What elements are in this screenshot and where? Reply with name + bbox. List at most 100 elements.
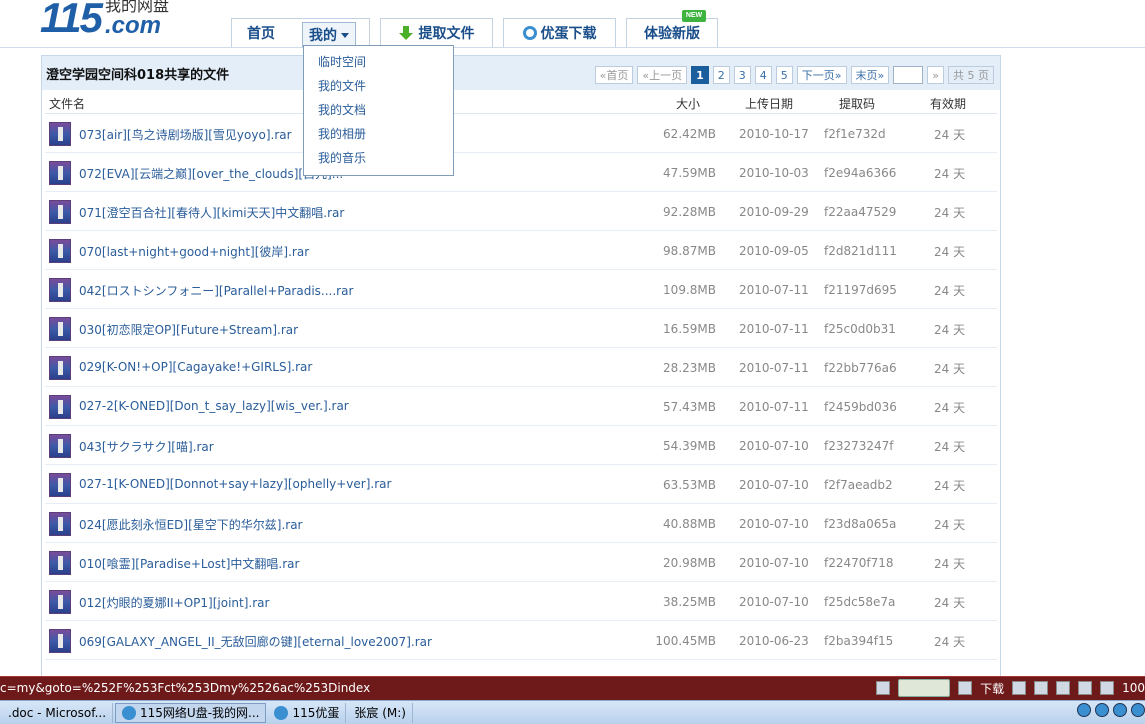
pager-last[interactable]: 末页»	[850, 66, 890, 84]
nav-group-home-mine: 首页 我的	[231, 18, 370, 48]
file-upload-date: 2010-10-03	[739, 166, 809, 180]
nav-extract-files[interactable]: 提取文件	[380, 18, 493, 47]
folder-icon[interactable]	[1012, 681, 1027, 695]
file-name-link[interactable]: 010[喰霊][Paradise+Lost]中文翻唱.rar	[79, 555, 299, 572]
file-size: 57.43MB	[663, 400, 716, 414]
file-name-link[interactable]: 027-1[K-ONED][Donnot+say+lazy][ophelly+v…	[79, 477, 391, 491]
rar-file-icon	[49, 512, 71, 536]
pagination: «首页 «上一页 1 2 3 4 5 下一页» 末页» » 共 5 页	[594, 66, 994, 84]
security-icon[interactable]	[876, 681, 891, 695]
file-extract-code: f2d821d111	[824, 244, 897, 258]
file-extract-code: f23d8a065a	[824, 517, 897, 531]
status-download[interactable]: 下载	[980, 680, 1004, 697]
dropdown-item[interactable]: 我的文件	[304, 76, 453, 100]
pager-page-3[interactable]: 3	[733, 66, 751, 84]
file-name-link[interactable]: 027-2[K-ONED][Don_t_say_lazy][wis_ver.].…	[79, 399, 349, 413]
file-extract-code: f22470f718	[824, 556, 894, 570]
file-upload-date: 2010-09-05	[739, 244, 809, 258]
file-upload-date: 2010-07-10	[739, 595, 809, 609]
file-validity: 24 天	[934, 128, 966, 142]
table-row: 071[澄空百合社][春待人][kimi天天]中文翻唱.rar 92.28MB 20…	[45, 192, 997, 231]
rar-file-icon	[49, 278, 71, 302]
table-row: 072[EVA][云端之巅][over_the_clouds][白咒]... 47…	[45, 153, 997, 192]
file-upload-date: 2010-07-11	[739, 283, 809, 297]
rar-file-icon	[49, 629, 71, 653]
zoom-icon[interactable]	[1100, 681, 1115, 695]
file-upload-date: 2010-07-10	[739, 439, 809, 453]
file-size: 98.87MB	[663, 244, 716, 258]
file-validity: 24 天	[934, 596, 966, 610]
site-header: 115 我的网盘 .com 首页 我的 提取文件 优蛋下载 体验新版 NEW	[0, 0, 1145, 48]
taskbar-item-browser[interactable]: 115网络U盘-我的网...	[115, 702, 267, 723]
tray-icon-3[interactable]	[1113, 703, 1127, 717]
nav-youdan-download[interactable]: 优蛋下载	[503, 18, 616, 47]
file-validity: 24 天	[934, 206, 966, 220]
pager-first[interactable]: «首页	[594, 66, 634, 84]
pager-page-1[interactable]: 1	[691, 66, 709, 84]
toolbar-icon[interactable]	[958, 681, 973, 695]
table-row: 027-2[K-ONED][Don_t_say_lazy][wis_ver.].…	[45, 387, 997, 426]
file-name-link[interactable]: 069[GALAXY_ANGEL_II_无敌回廊の键][eternal_love…	[79, 633, 432, 650]
site-logo[interactable]: 115 我的网盘 .com	[40, 0, 169, 39]
tray-icon-1[interactable]	[1077, 703, 1091, 717]
file-validity: 24 天	[934, 518, 966, 532]
shared-files-panel: 澄空学园空间科018共享的文件 «首页 «上一页 1 2 3 4 5 下一页» …	[41, 55, 1001, 685]
taskbar-item-word[interactable]: .doc - Microsof...	[2, 702, 114, 723]
system-tray	[1077, 703, 1145, 717]
browser-status-bar: c=my&goto=%252F%253Fct%253Dmy%2526ac%253…	[0, 676, 1145, 700]
dropdown-item[interactable]: 我的音乐	[304, 148, 453, 172]
file-size: 20.98MB	[663, 556, 716, 570]
rar-file-icon	[49, 200, 71, 224]
tray-icon-2[interactable]	[1095, 703, 1109, 717]
col-header-name: 文件名	[49, 97, 86, 111]
file-list: 073[air][鸟之诗剧场版][雪见yoyo].rar 62.42MB 2010-…	[45, 114, 997, 660]
tray-icon-4[interactable]	[1131, 703, 1145, 717]
file-name-link[interactable]: 071[澄空百合社][春待人][kimi天天]中文翻唱.rar	[79, 204, 344, 221]
dropdown-item[interactable]: 我的文档	[304, 100, 453, 124]
file-name-link[interactable]: 030[初恋限定OP][Future+Stream].rar	[79, 321, 298, 338]
nav-newver-label: 体验新版	[644, 26, 700, 42]
new-badge: NEW	[682, 10, 706, 22]
windows-taskbar: .doc - Microsof... 115网络U盘-我的网... 115优蛋 …	[0, 700, 1145, 724]
file-name-link[interactable]: 070[last+night+good+night][彼岸].rar	[79, 243, 309, 260]
pager-page-input[interactable]	[893, 66, 924, 84]
pager-page-2[interactable]: 2	[712, 66, 730, 84]
window-icon[interactable]	[1056, 681, 1071, 695]
nav-try-new-version[interactable]: 体验新版	[626, 18, 718, 47]
taskbar-item-youdan[interactable]: 115优蛋	[268, 702, 347, 723]
taskbar-item-drive[interactable]: 张宸 (M:)	[348, 702, 413, 723]
file-name-link[interactable]: 024[愿此刻永恒ED][星空下的华尔兹].rar	[79, 516, 303, 533]
file-name-link[interactable]: 043[サクラサク][喵].rar	[79, 438, 214, 455]
dropdown-item[interactable]: 临时空间	[304, 52, 453, 76]
pager-next[interactable]: 下一页»	[796, 66, 847, 84]
pager-prev[interactable]: «上一页	[637, 66, 688, 84]
taskbar-item-browser-label: 115网络U盘-我的网...	[140, 706, 260, 720]
file-name-link[interactable]: 073[air][鸟之诗剧场版][雪见yoyo].rar	[79, 126, 292, 143]
lock-icon[interactable]	[1034, 681, 1049, 695]
file-size: 92.28MB	[663, 205, 716, 219]
rar-file-icon	[49, 434, 71, 458]
file-name-link[interactable]: 012[灼眼的夏娜II+OP1][joint].rar	[79, 594, 269, 611]
pager-page-5[interactable]: 5	[775, 66, 793, 84]
file-size: 62.42MB	[663, 127, 716, 141]
speaker-icon[interactable]	[1078, 681, 1093, 695]
file-extract-code: f25dc58e7a	[824, 595, 896, 609]
table-row: 069[GALAXY_ANGEL_II_无敌回廊の键][eternal_love…	[45, 621, 997, 660]
file-validity: 24 天	[934, 401, 966, 415]
file-extract-code: f2ba394f15	[824, 634, 894, 648]
file-name-link[interactable]: 042[ロストシンフォニー][Parallel+Paradis....rar	[79, 282, 353, 299]
rar-file-icon	[49, 356, 71, 380]
file-extract-code: f25c0d0b31	[824, 322, 896, 336]
table-header: 文件名 大小 上传日期 提取码 有效期	[45, 90, 997, 114]
file-validity: 24 天	[934, 479, 966, 493]
status-zoom[interactable]: 100	[1122, 681, 1145, 695]
dropdown-item[interactable]: 我的相册	[304, 124, 453, 148]
page-root: 115 我的网盘 .com 首页 我的 提取文件 优蛋下载 体验新版 NEW 澄…	[0, 0, 1145, 724]
file-name-link[interactable]: 029[K-ON!+OP][Cagayake!+GIRLS].rar	[79, 360, 312, 374]
file-upload-date: 2010-07-10	[739, 478, 809, 492]
file-size: 54.39MB	[663, 439, 716, 453]
file-extract-code: f23273247f	[824, 439, 894, 453]
nav-home-link[interactable]: 首页	[232, 23, 290, 43]
pager-page-4[interactable]: 4	[754, 66, 772, 84]
pager-go-button[interactable]: »	[927, 66, 944, 84]
